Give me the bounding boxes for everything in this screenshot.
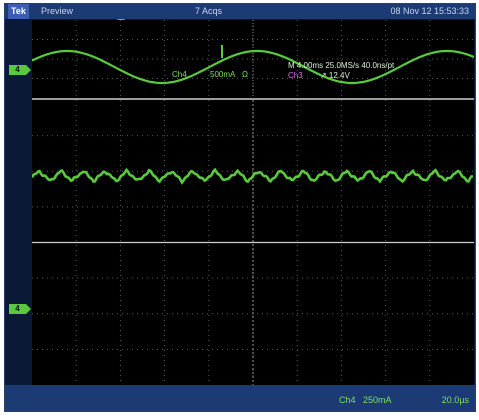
waveform-zoom-trace: [32, 167, 474, 185]
overlay-channel: Ch4: [172, 70, 187, 79]
channel-4-marker-bottom[interactable]: 4: [9, 304, 31, 314]
channel-4-marker-top[interactable]: 4: [9, 65, 31, 75]
footer-channel: Ch4: [339, 395, 356, 405]
date-time: 08 Nov 12 15:53:33: [390, 6, 469, 16]
oscilloscope-display: Tek Preview 7 Acqs 08 Nov 12 15:53:33 4 …: [4, 3, 476, 412]
trigger-level: ↗ 12.4V: [320, 71, 350, 80]
waveform-area[interactable]: [32, 20, 474, 385]
overlay-scale: 500mA: [210, 70, 236, 79]
footer-timebase: 20.0µs: [441, 395, 469, 405]
timebase-readout: M 4.00ms 25.0MS/s 40.0ns/pt: [288, 61, 395, 70]
status-bar: Tek Preview 7 Acqs 08 Nov 12 15:53:33: [5, 4, 475, 19]
overlay-impedance: Ω: [242, 70, 248, 79]
footer-scale: 250mA: [363, 395, 392, 405]
waveform-traces: [32, 45, 474, 185]
acquisition-count: 7 Acqs: [195, 6, 223, 16]
waveform-overview-trace: [32, 49, 474, 85]
readout-bar: Ch4 250mA 20.0µs: [5, 385, 475, 411]
acquisition-mode: Preview: [41, 6, 74, 16]
trigger-channel: Ch3: [288, 71, 303, 80]
brand-logo: Tek: [8, 4, 29, 19]
